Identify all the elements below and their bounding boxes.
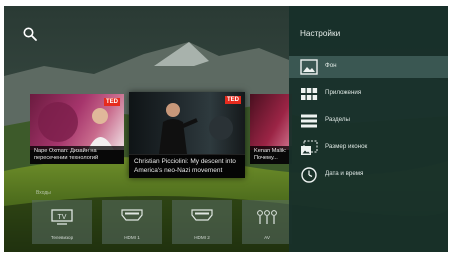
- video-caption: Kenan Malik: Почему...: [250, 146, 292, 164]
- apps-grid-icon: [301, 88, 318, 100]
- video-card-focused[interactable]: TED Christian Picciolini: My descent int…: [129, 92, 245, 178]
- video-card[interactable]: Kenan Malik: Почему...: [250, 94, 292, 164]
- settings-item-date-time[interactable]: Дата и время: [289, 164, 448, 186]
- input-label: HDMI 1: [124, 235, 140, 240]
- settings-item-label: Дата и время: [325, 170, 364, 177]
- search-icon[interactable]: [22, 26, 38, 42]
- input-tile-hdmi2[interactable]: HDMI 2: [172, 200, 232, 244]
- settings-title: Настройки: [300, 29, 341, 38]
- tv-home-screen: TED Nape Oxman: Дизайн на пересечении те…: [4, 6, 448, 252]
- settings-item-label: Приложения: [325, 89, 362, 96]
- av-icon: [257, 210, 277, 224]
- hdmi-icon: [191, 209, 213, 221]
- settings-panel: Настройки Фон Приложения Разделы Размер …: [289, 6, 448, 252]
- ted-logo: TED: [104, 98, 120, 106]
- input-label: Телевизор: [50, 235, 74, 240]
- video-card[interactable]: TED Nape Oxman: Дизайн на пересечении те…: [30, 94, 124, 164]
- settings-item-label: Размер иконок: [325, 143, 368, 150]
- picture-icon: [300, 59, 318, 75]
- sections-list-icon: [301, 114, 317, 128]
- clock-icon: [301, 167, 317, 183]
- input-label: AV: [264, 235, 270, 240]
- inputs-section-label: Входы: [36, 190, 51, 196]
- settings-item-sections[interactable]: Разделы: [289, 110, 448, 132]
- settings-item-label: Разделы: [325, 116, 350, 123]
- input-tile-tv[interactable]: TV Телевизор: [32, 200, 92, 244]
- ted-logo: TED: [225, 96, 241, 104]
- input-tile-av[interactable]: AV: [242, 200, 292, 244]
- svg-text:TV: TV: [58, 214, 67, 221]
- input-tile-hdmi1[interactable]: HDMI 1: [102, 200, 162, 244]
- video-thumbnail: [250, 94, 292, 150]
- settings-item-label: Фон: [325, 62, 337, 69]
- video-caption: Christian Picciolini: My descent into Am…: [129, 155, 245, 178]
- input-label: HDMI 2: [194, 235, 210, 240]
- icon-size-icon: [301, 140, 318, 155]
- settings-item-background[interactable]: Фон: [289, 56, 448, 78]
- settings-item-apps[interactable]: Приложения: [289, 83, 448, 105]
- tv-icon: TV: [51, 209, 73, 225]
- hdmi-icon: [121, 209, 143, 221]
- settings-item-icon-size[interactable]: Размер иконок: [289, 137, 448, 159]
- video-caption: Nape Oxman: Дизайн на пересечении технол…: [30, 146, 124, 164]
